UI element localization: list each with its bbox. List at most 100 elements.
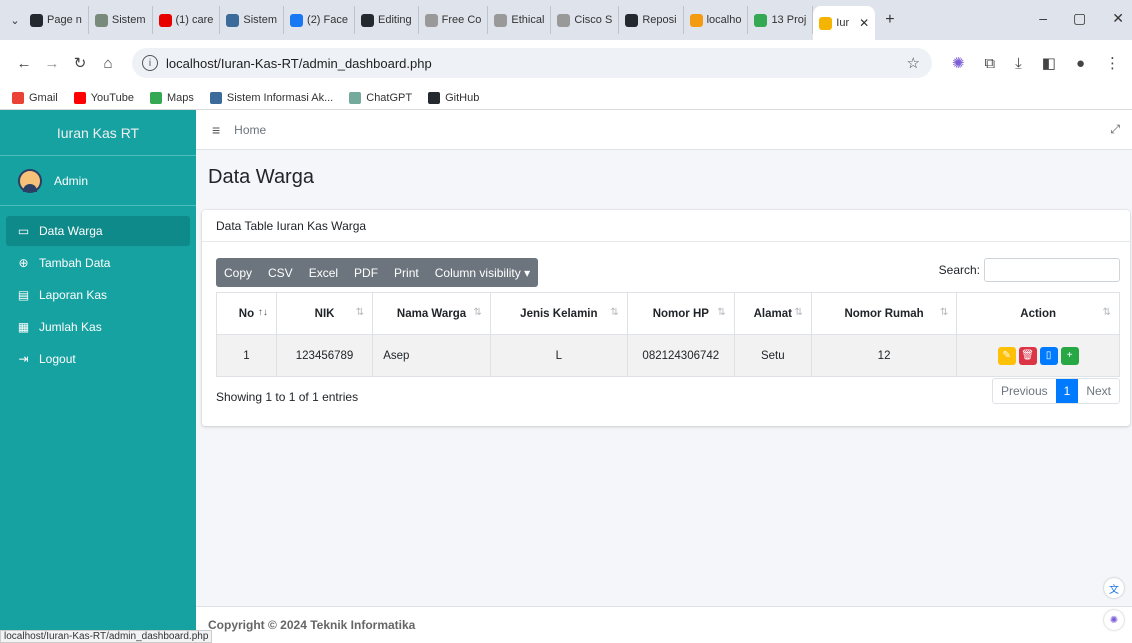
tab-search-icon[interactable]: ⌄ <box>6 14 24 27</box>
export-button-4[interactable]: Print <box>386 258 427 287</box>
tab-active[interactable]: Iur ✕ <box>813 6 876 40</box>
tab-10[interactable]: localho <box>684 6 749 34</box>
column-header-label: No <box>238 307 255 320</box>
bookmark-star-icon[interactable]: ☆ <box>907 54 920 72</box>
tab-7[interactable]: Ethical <box>488 6 552 34</box>
extension-brain-icon[interactable]: ✺ <box>952 54 965 72</box>
column-header[interactable]: Action ⇅ <box>956 292 1120 335</box>
column-header[interactable]: Nomor HP ⇅ <box>626 292 735 335</box>
sort-icon[interactable]: ⇅ <box>356 307 364 318</box>
export-button-1[interactable]: CSV <box>260 258 301 287</box>
sidebar-item-tambah-data[interactable]: ⊕ Tambah Data <box>6 248 190 278</box>
sort-icon[interactable]: ⇅ <box>940 307 948 318</box>
floating-widgets: 文 ✺ <box>1104 578 1124 630</box>
back-icon[interactable]: ← <box>10 55 38 72</box>
column-header[interactable]: NIK ⇅ <box>275 292 374 335</box>
tab-3[interactable]: Sistem <box>220 6 285 34</box>
window-controls: – ▢ ✕ <box>1039 10 1124 27</box>
download-icon[interactable]: ⤓ <box>1015 55 1022 72</box>
file-icon[interactable]: ▯ <box>1039 346 1058 365</box>
pagination: Previous 1 Next <box>991 378 1120 404</box>
extension-brain-icon[interactable]: ✺ <box>1104 610 1124 630</box>
tab-11[interactable]: 13 Proj <box>748 6 814 34</box>
url-bar[interactable]: i localhost/Iuran-Kas-RT/admin_dashboard… <box>132 48 932 78</box>
sort-icon[interactable]: ↑↓ <box>258 307 268 318</box>
bookmark-0[interactable]: Gmail <box>12 91 58 104</box>
edit-icon[interactable]: ✎ <box>997 346 1016 365</box>
tab-9[interactable]: Reposi <box>619 6 684 34</box>
profile-avatar[interactable]: ● <box>1076 55 1085 72</box>
sidebar-item-logout[interactable]: ⇥ Logout <box>6 344 190 374</box>
address-toolbar: ← → ↻ ⌂ i localhost/Iuran-Kas-RT/admin_d… <box>0 40 1132 86</box>
column-header[interactable]: Jenis Kelamin ⇅ <box>489 292 628 335</box>
table-header-row: No ↑↓ NIK ⇅ Nama Warga ⇅ Jenis Kelamin ⇅ Nomor H… <box>216 292 1120 335</box>
column-header[interactable]: Alamat ⇅ <box>733 292 812 335</box>
bookmark-5[interactable]: GitHub <box>428 91 479 104</box>
column-header[interactable]: Nama Warga ⇅ <box>372 292 491 335</box>
forward-icon[interactable]: → <box>38 55 66 72</box>
previous-page-button[interactable]: Previous <box>993 379 1056 403</box>
export-button-3[interactable]: PDF <box>346 258 386 287</box>
export-button-0[interactable]: Copy <box>216 258 260 287</box>
sort-icon[interactable]: ⇅ <box>1103 307 1111 318</box>
hamburger-icon[interactable]: ≡ <box>212 122 220 138</box>
extensions-icon[interactable]: ⧉ <box>984 55 995 72</box>
restore-icon[interactable]: ▢ <box>1073 10 1086 27</box>
tab-6[interactable]: Free Co <box>419 6 489 34</box>
active-tab-favicon-icon <box>819 16 833 30</box>
column-header[interactable]: Nomor Rumah ⇅ <box>810 292 958 335</box>
tab-5[interactable]: Editing <box>355 6 419 34</box>
bookmark-1[interactable]: YouTube <box>73 91 134 104</box>
export-button-5[interactable]: Column visibility ▾ <box>427 258 538 287</box>
close-window-icon[interactable]: ✕ <box>1112 10 1124 27</box>
tab-favicon-icon <box>689 13 703 27</box>
sort-icon[interactable]: ⇅ <box>717 307 725 318</box>
page-1-button[interactable]: 1 <box>1055 379 1079 403</box>
column-header-label: Nomor HP <box>652 307 709 320</box>
search-input[interactable] <box>984 258 1120 282</box>
tab-2[interactable]: (1) care <box>153 6 221 34</box>
new-tab-button[interactable]: + <box>885 11 894 29</box>
sidebar-item-data-warga[interactable]: ▭ Data Warga <box>6 216 190 246</box>
tab-favicon-icon <box>754 13 768 27</box>
tab-label: Page n <box>47 14 82 26</box>
fullscreen-icon[interactable]: ⤢ <box>1110 122 1120 137</box>
sort-icon[interactable]: ⇅ <box>794 307 802 318</box>
sidebar-item-label: Laporan Kas <box>39 288 108 302</box>
bookmark-2[interactable]: Maps <box>149 91 194 104</box>
sort-icon[interactable]: ⇅ <box>610 307 618 318</box>
brand-link[interactable]: Iuran Kas RT <box>0 110 196 156</box>
menu-kebab-icon[interactable]: ⋮ <box>1105 54 1120 72</box>
home-link[interactable]: Home <box>234 123 266 137</box>
bookmark-4[interactable]: ChatGPT <box>349 91 412 104</box>
active-tab-label: Iur <box>836 17 850 29</box>
tab-4[interactable]: (2) Face <box>284 6 355 34</box>
translate-icon[interactable]: 文 <box>1104 578 1124 598</box>
export-button-2[interactable]: Excel <box>301 258 346 287</box>
sort-icon[interactable]: ⇅ <box>473 307 481 318</box>
bookmarks-bar: Gmail YouTube Maps Sistem Informasi Ak... Ch… <box>0 86 1132 110</box>
site-info-icon[interactable]: i <box>142 55 158 71</box>
sidebar-item-jumlah-kas[interactable]: ▦ Jumlah Kas <box>6 312 190 342</box>
reload-icon[interactable]: ↻ <box>66 54 94 72</box>
column-header-label: NIK <box>314 307 335 320</box>
tab-8[interactable]: Cisco S <box>551 6 620 34</box>
minimize-icon[interactable]: – <box>1039 10 1047 27</box>
sidebar-menu: ▭ Data Warga ⊕ Tambah Data ▤ Laporan Kas ▦ Juml… <box>0 206 196 374</box>
tab-0[interactable]: Page n <box>24 6 89 34</box>
sidebar-item-label: Logout <box>39 352 76 366</box>
column-header[interactable]: No ↑↓ <box>216 292 277 335</box>
column-header-label: Nama Warga <box>396 307 467 320</box>
sidebar-item-laporan-kas[interactable]: ▤ Laporan Kas <box>6 280 190 310</box>
close-tab-icon[interactable]: ✕ <box>859 16 869 30</box>
home-icon[interactable]: ⌂ <box>94 55 122 72</box>
tab-label: Sistem <box>243 14 278 26</box>
side-panel-icon[interactable]: ◧ <box>1042 54 1056 72</box>
next-page-button[interactable]: Next <box>1078 379 1119 403</box>
cell-alamat: Setu <box>733 334 812 377</box>
trash-icon[interactable]: 🗑 <box>1018 346 1037 365</box>
user-name[interactable]: Admin <box>54 174 88 188</box>
tab-1[interactable]: Sistem <box>89 6 153 34</box>
bookmark-3[interactable]: Sistem Informasi Ak... <box>209 91 333 104</box>
plus-circle-icon[interactable]: + <box>1060 346 1079 365</box>
